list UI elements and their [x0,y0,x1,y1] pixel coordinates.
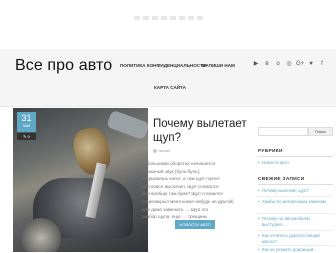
recent-post-link[interactable]: Почему на автомобилях выступает... [258,216,334,228]
twitter-icon[interactable]: ♥ [307,60,315,68]
excerpt-line: или вообще там брак? Щуп сломался [142,191,223,197]
site-title[interactable]: Все про авто [15,57,112,75]
excerpt-line: (перезакрыл меня какое-нибудь не другой) [142,198,234,204]
excerpt-line: или даже заменить. ... Щуп это [142,206,209,212]
excerpt-line: открываешь капот, а там щуп торчит [142,176,220,182]
rubrics-divider [258,156,333,157]
nav-item-sitemap[interactable]: КАРТА САЙТА [154,85,186,90]
excerpt-line: или вовсе выскочил. Щуп сломался [142,183,219,189]
recent-posts-title: СВЕЖИЕ ЗАПИСИ [258,177,305,182]
recent-post-link[interactable]: Как не уезжать дорожный... [258,247,334,253]
search-button[interactable]: Поиск [308,127,333,136]
banner-placeholder [134,16,204,20]
recent-divider [258,184,333,185]
google-plus-icon[interactable]: G+ [296,60,304,68]
post-date-month: Май [23,124,30,128]
top-banner-area [0,0,336,49]
comments-count[interactable]: ✎ 0 [17,133,36,140]
nav-item-privacy-policy[interactable]: ПОЛИТИКА КОНФИДЕНЦИАЛЬНОСТИ [120,63,206,68]
author-avatar-icon [153,148,157,153]
rubrics-title: РУБРИКИ [258,149,283,154]
recent-post-link[interactable]: Хамбы по интересным заменам [258,199,334,205]
rubric-link-news[interactable]: Новости авто [258,160,334,166]
search-input[interactable] [258,127,308,136]
excerpt-line: С большими оборотах начинается [142,161,216,166]
instagram-icon[interactable]: ◎ [285,60,293,68]
recent-item-divider [258,245,333,246]
recent-post-link[interactable]: Как отличить дорогостоящий масло? [258,233,334,245]
social-links: ▶ в о ◎ G+ ♥ f [252,60,326,68]
youtube-icon[interactable]: ▶ [252,60,260,68]
category-button[interactable]: НОВОСТИ АВТО [175,220,215,229]
recent-item-divider [258,230,333,231]
excerpt-line: страшный звук (буль-буль), [142,168,201,174]
post-date-day: 31 [21,113,32,123]
recent-item-divider [258,196,333,197]
post-title[interactable]: Почему вылетает щуп? [153,117,253,145]
recent-item-divider [258,213,333,214]
odnoklassniki-icon[interactable]: о [274,60,282,68]
facebook-icon[interactable]: f [318,60,326,68]
post-author[interactable]: admin [159,148,170,153]
nav-item-contact[interactable]: НАПИШИ НАМ [202,63,235,68]
post-meta: admin [153,148,170,153]
comments-count-value: 0 [27,134,30,139]
recent-post-link[interactable]: Почему вылетает щуп? [258,188,334,194]
post-excerpt: С большими оборотах начинается страшный … [142,160,248,221]
post-date-badge: 31 Май [17,112,36,132]
vk-icon[interactable]: в [263,60,271,68]
